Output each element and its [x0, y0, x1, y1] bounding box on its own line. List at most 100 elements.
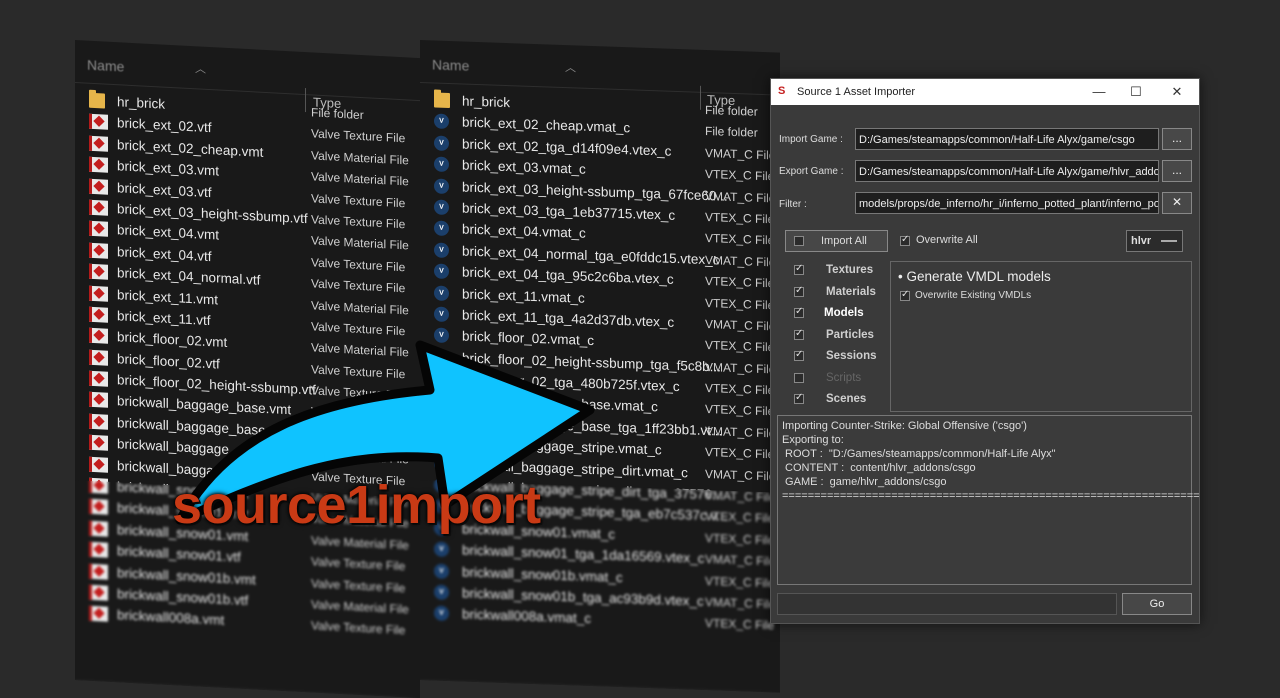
file-name: brick_ext_02.vtf: [117, 115, 212, 136]
export-game-label: Export Game :: [779, 166, 844, 177]
file-type: VTEX_C File: [705, 295, 775, 312]
vmt-file-icon: [89, 392, 108, 409]
category-checkbox[interactable]: [794, 372, 804, 383]
vtf-file-icon: [89, 370, 108, 387]
filter-field[interactable]: models/props/de_inferno/hr_i/inferno_pot…: [855, 192, 1159, 214]
import-all-label: Import All: [821, 235, 867, 247]
category-scenes[interactable]: Scenes: [826, 393, 866, 405]
sort-caret-icon: ︿: [565, 62, 576, 75]
file-type: VTEX_C File: [705, 231, 775, 248]
vtex-file-icon: V: [434, 306, 449, 322]
category-checkbox[interactable]: [794, 392, 804, 404]
file-name: brick_ext_03_tga_1eb37715.vtex_c: [462, 200, 676, 223]
vmt-file-icon: [89, 285, 108, 302]
category-textures[interactable]: Textures: [826, 264, 873, 276]
file-name: brick_ext_03.vmt: [117, 158, 220, 179]
export-game-field[interactable]: D:/Games/steamapps/common/Half-Life Alyx…: [855, 160, 1159, 182]
export-game-browse-button[interactable]: ...: [1162, 160, 1192, 182]
vmt-file-icon: [89, 328, 108, 345]
vmat-file-icon: V: [434, 220, 449, 237]
file-type: VTEX_C File: [705, 402, 775, 419]
file-type: File folder: [705, 102, 758, 119]
vtf-file-icon: [89, 413, 108, 430]
minimize-button[interactable]: —: [1089, 83, 1109, 101]
command-input[interactable]: [777, 593, 1117, 615]
file-type: VMAT_C File: [705, 316, 776, 334]
log-line: ========================================…: [782, 490, 1200, 502]
filter-label: Filter :: [779, 199, 807, 210]
log-line: Importing Counter-Strike: Global Offensi…: [782, 420, 1027, 432]
category-scripts[interactable]: Scripts: [826, 372, 861, 384]
file-name: hr_brick: [117, 94, 166, 112]
file-type: Valve Material File: [311, 297, 409, 318]
file-name: brick_ext_03.vmat_c: [462, 157, 586, 177]
file-name: brick_ext_04.vtf: [117, 243, 212, 264]
file-name: brick_ext_11.vtf: [117, 308, 211, 329]
overwrite-vmdls-label: Overwrite Existing VMDLs: [915, 290, 1032, 301]
file-type: VMAT_C File: [705, 145, 776, 163]
file-name: brick_ext_04_tga_95c2c6ba.vtex_c: [462, 264, 674, 287]
vtex-file-icon: V: [434, 135, 449, 151]
file-type: VTEX_C File: [705, 381, 775, 398]
folder-icon: [89, 92, 105, 109]
import-game-browse-button[interactable]: ...: [1162, 128, 1192, 150]
file-type: VTEX_C File: [705, 167, 775, 184]
category-checkbox[interactable]: [794, 285, 804, 297]
file-type: Valve Texture File: [311, 212, 406, 232]
dropdown-icon: [1161, 240, 1177, 242]
category-checkbox[interactable]: [794, 328, 804, 340]
import-game-field[interactable]: D:/Games/steamapps/common/Half-Life Alyx…: [855, 128, 1159, 150]
filter-clear-button[interactable]: ✕: [1162, 192, 1192, 214]
import-all-checkbox[interactable]: [794, 236, 804, 246]
column-header: Name ︿ Type: [420, 40, 780, 110]
file-type: Valve Texture File: [311, 255, 406, 275]
category-checkbox[interactable]: [794, 306, 804, 318]
column-name[interactable]: Name: [87, 57, 124, 75]
file-type: VTEX_C File: [705, 209, 775, 227]
category-sessions[interactable]: Sessions: [826, 350, 877, 362]
overwrite-vmdls-checkbox[interactable]: [900, 289, 910, 301]
maximize-button[interactable]: ☐: [1126, 83, 1146, 101]
file-type: File folder: [705, 124, 758, 141]
file-name: brick_ext_11.vmat_c: [462, 285, 585, 306]
vtf-file-icon: [89, 349, 108, 366]
close-button[interactable]: ✕: [1167, 83, 1187, 101]
column-name[interactable]: Name: [432, 56, 469, 73]
vtex-file-icon: V: [434, 242, 449, 258]
vtex-file-icon: V: [434, 263, 449, 280]
file-name: brick_ext_02_cheap.vmat_c: [462, 114, 631, 136]
go-button[interactable]: Go: [1122, 593, 1192, 615]
category-checkbox[interactable]: [794, 263, 804, 275]
vtex-file-icon: V: [434, 199, 449, 215]
file-name: brick_ext_11_tga_4a2d37db.vtex_c: [462, 307, 675, 330]
generate-vmdl-heading: • Generate VMDL models: [898, 269, 1051, 284]
overlay-title: source1import: [172, 475, 541, 535]
file-type: Valve Texture File: [311, 126, 406, 146]
vtf-file-icon: [89, 242, 108, 259]
game-select-value: hlvr: [1131, 235, 1152, 247]
category-particles[interactable]: Particles: [826, 329, 874, 341]
file-name: brick_ext_04.vmt: [117, 222, 220, 243]
vmt-file-icon: [89, 135, 108, 152]
category-materials[interactable]: Materials: [826, 286, 876, 298]
window-title: Source 1 Asset Importer: [797, 86, 915, 98]
file-type: Valve Material File: [311, 169, 409, 189]
app-logo-icon: S: [778, 85, 786, 97]
category-models[interactable]: Models: [824, 307, 864, 319]
file-name: brick_ext_03.vtf: [117, 179, 212, 200]
file-type: VMAT_C File: [705, 423, 776, 441]
folder-icon: [434, 92, 450, 109]
log-output[interactable]: Importing Counter-Strike: Global Offensi…: [777, 415, 1200, 585]
title-bar[interactable]: S Source 1 Asset Importer — ☐ ✕: [771, 79, 1199, 105]
vtf-file-icon: [89, 263, 108, 280]
file-type: VMAT_C File: [705, 252, 776, 270]
overwrite-all-label: Overwrite All: [916, 234, 978, 246]
category-checkbox[interactable]: [794, 349, 804, 361]
import-all-toggle[interactable]: Import All: [785, 230, 888, 252]
overwrite-all-checkbox[interactable]: [900, 234, 910, 246]
vtf-file-icon: [89, 199, 108, 216]
file-type: Valve Texture File: [311, 190, 406, 210]
game-select[interactable]: hlvr: [1126, 230, 1183, 252]
log-line: ROOT : "D:/Games/steamapps/common/Half-L…: [782, 448, 1056, 460]
vtex-file-icon: V: [434, 178, 449, 194]
